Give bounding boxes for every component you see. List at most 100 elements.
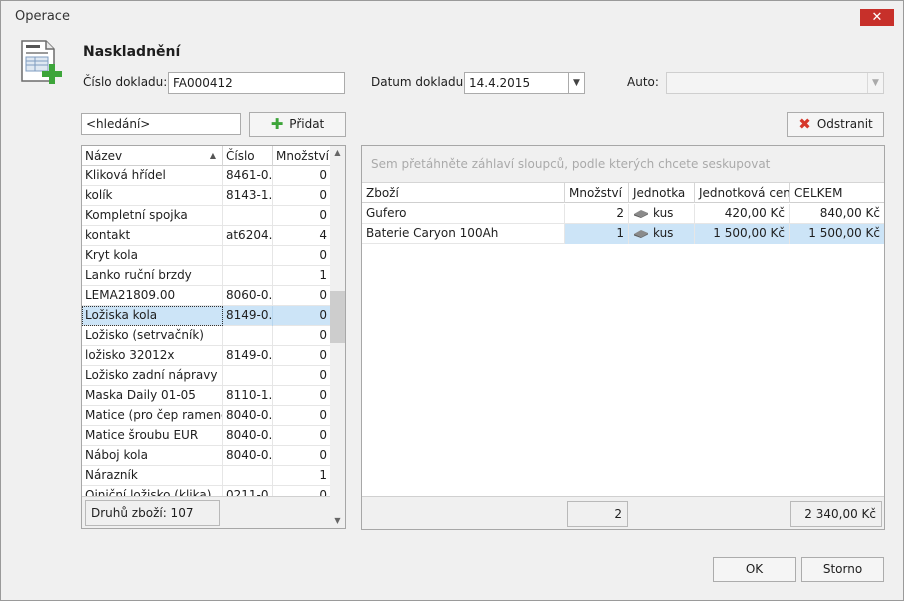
product-quantity: 0 bbox=[319, 168, 327, 182]
item-unit: kus bbox=[629, 224, 695, 244]
product-number: at6204... bbox=[223, 226, 273, 246]
product-name: ložisko 32012x bbox=[82, 346, 223, 366]
invoice-document-icon bbox=[21, 40, 62, 84]
table-row[interactable]: LEMA21809.008060-0... 0 bbox=[82, 286, 330, 306]
product-name: Matice šroubu EUR bbox=[82, 426, 223, 446]
plus-icon: ✚ bbox=[270, 115, 284, 133]
item-total: 1 500,00 Kč bbox=[790, 224, 884, 244]
product-name: Matice (pro čep ramene) bbox=[82, 406, 223, 426]
column-header-name[interactable]: Název ▲ bbox=[82, 146, 223, 166]
ok-button[interactable]: OK bbox=[713, 557, 796, 582]
product-number bbox=[223, 266, 273, 286]
product-list-rows: Kliková hřídel8461-0...0kolík8143-1...0K… bbox=[82, 166, 330, 496]
product-name: Nárazník bbox=[82, 466, 223, 486]
table-row[interactable]: Ložiska kola8149-0... 0 bbox=[82, 306, 330, 326]
scroll-down-icon[interactable]: ▼ bbox=[330, 514, 345, 528]
page-title: Naskladnění bbox=[83, 44, 181, 60]
add-button-label: Přidat bbox=[289, 117, 325, 131]
doc-number-input[interactable]: FA000412 bbox=[168, 72, 345, 94]
table-row[interactable]: Ložisko zadní nápravy D... 0 bbox=[82, 366, 330, 386]
product-name: Maska Daily 01-05 bbox=[82, 386, 223, 406]
table-row[interactable]: Nárazník 1 bbox=[82, 466, 330, 486]
product-quantity: 4 bbox=[319, 228, 327, 242]
product-number: 8149-0... bbox=[223, 346, 273, 366]
product-name: kontakt bbox=[82, 226, 223, 246]
product-quantity: 0 bbox=[319, 208, 327, 222]
product-number: 8060-0... bbox=[223, 286, 273, 306]
product-name: Ojniční ložisko (klika) bbox=[82, 486, 223, 496]
doc-date-picker[interactable]: 14.4.2015 ▼ bbox=[464, 72, 585, 94]
scroll-up-icon[interactable]: ▲ bbox=[330, 146, 345, 160]
column-header-item[interactable]: Zboží bbox=[362, 183, 565, 203]
remove-button[interactable]: ✖ Odstranit bbox=[787, 112, 884, 137]
search-input[interactable]: <hledání> bbox=[81, 113, 241, 135]
product-quantity: 0 bbox=[319, 328, 327, 342]
product-name: Kliková hřídel bbox=[82, 166, 223, 186]
table-row[interactable]: Kryt kola 0 bbox=[82, 246, 330, 266]
table-row[interactable]: ložisko 32012x8149-0... 0 bbox=[82, 346, 330, 366]
item-name: Baterie Caryon 100Ah bbox=[362, 224, 565, 244]
column-header-total[interactable]: CELKEM bbox=[790, 183, 884, 203]
product-name: kolík bbox=[82, 186, 223, 206]
product-number bbox=[223, 246, 273, 266]
title-bar: Operace ✕ bbox=[1, 1, 903, 32]
doc-date-value: 14.4.2015 bbox=[469, 76, 531, 90]
column-header-qty[interactable]: Množství bbox=[565, 183, 629, 203]
product-quantity: 0 bbox=[319, 288, 327, 302]
product-list-header: Název ▲ Číslo Množství bbox=[82, 146, 330, 166]
table-row[interactable]: Maska Daily 01-058110-1... 0 bbox=[82, 386, 330, 406]
item-name: Gufero bbox=[362, 204, 565, 224]
product-name: Ložisko zadní nápravy D... bbox=[82, 366, 223, 386]
add-button[interactable]: ✚ Přidat bbox=[249, 112, 346, 137]
item-total: 840,00 Kč bbox=[819, 206, 880, 220]
sort-up-icon: ▲ bbox=[209, 151, 216, 160]
table-row[interactable]: kolík8143-1... 0 bbox=[82, 186, 330, 206]
product-quantity: 0 bbox=[319, 408, 327, 422]
item-unit-label: kus bbox=[653, 226, 674, 240]
product-list-footer: Druhů zboží: 107 bbox=[82, 496, 330, 528]
table-row[interactable]: Matice (pro čep ramene)8040-0... 0 bbox=[82, 406, 330, 426]
doc-number-label: Číslo dokladu: bbox=[83, 75, 168, 89]
table-row[interactable]: Náboj kola8040-0... 0 bbox=[82, 446, 330, 466]
table-row[interactable]: Lanko ruční brzdy 1 bbox=[82, 266, 330, 286]
column-header-unit-price[interactable]: Jednotková cena bbox=[695, 183, 790, 203]
table-row[interactable]: Ložisko (setrvačník) 0 bbox=[82, 326, 330, 346]
close-button[interactable]: ✕ bbox=[860, 9, 894, 26]
product-number: 8143-1... bbox=[223, 186, 273, 206]
table-row[interactable]: Baterie Caryon 100Ah 1 kus 1 500,00 Kč 1 500… bbox=[362, 224, 884, 244]
product-quantity: 0 bbox=[319, 448, 327, 462]
close-icon: ✖ bbox=[798, 115, 811, 133]
table-row[interactable]: Gufero 2 kus 420,00 Kč 840,00 Kč bbox=[362, 204, 884, 224]
table-row[interactable]: Kliková hřídel8461-0... 0 bbox=[82, 166, 330, 186]
product-name: Kryt kola bbox=[82, 246, 223, 266]
vertical-scrollbar[interactable]: ▲ ▼ bbox=[330, 146, 345, 528]
table-row[interactable]: Matice šroubu EUR8040-0... 0 bbox=[82, 426, 330, 446]
column-header-number[interactable]: Číslo bbox=[223, 146, 273, 166]
product-number bbox=[223, 366, 273, 386]
column-header-quantity[interactable]: Množství bbox=[273, 146, 330, 166]
product-name: LEMA21809.00 bbox=[82, 286, 223, 306]
group-panel[interactable]: Sem přetáhněte záhlaví sloupců, podle kt… bbox=[362, 146, 884, 183]
remove-button-label: Odstranit bbox=[816, 117, 873, 131]
scrollbar-thumb[interactable] bbox=[330, 291, 345, 343]
chevron-down-icon: ▼ bbox=[867, 73, 883, 93]
product-quantity: 0 bbox=[319, 388, 327, 402]
table-row[interactable]: Kompletní spojka 0 bbox=[82, 206, 330, 226]
car-select: ▼ bbox=[666, 72, 884, 94]
item-unit-price: 1 500,00 Kč bbox=[695, 224, 790, 244]
chevron-down-icon[interactable]: ▼ bbox=[568, 73, 584, 93]
cancel-button[interactable]: Storno bbox=[801, 557, 884, 582]
table-row[interactable]: Ojniční ložisko (klika)0211-0... 0 bbox=[82, 486, 330, 496]
column-header-unit[interactable]: Jednotka bbox=[629, 183, 695, 203]
product-number bbox=[223, 206, 273, 226]
table-row[interactable]: kontaktat6204... 4 bbox=[82, 226, 330, 246]
product-quantity: 0 bbox=[319, 488, 327, 496]
product-number: 8040-0... bbox=[223, 406, 273, 426]
grid-header: Zboží Množství Jednotka Jednotková cena … bbox=[362, 183, 884, 203]
product-number: 8110-1... bbox=[223, 386, 273, 406]
product-quantity: 1 bbox=[319, 268, 327, 282]
sum-total: 2 340,00 Kč bbox=[790, 501, 882, 527]
product-number: 0211-0... bbox=[223, 486, 273, 496]
product-name: Lanko ruční brzdy bbox=[82, 266, 223, 286]
unit-piece-icon bbox=[634, 210, 648, 218]
